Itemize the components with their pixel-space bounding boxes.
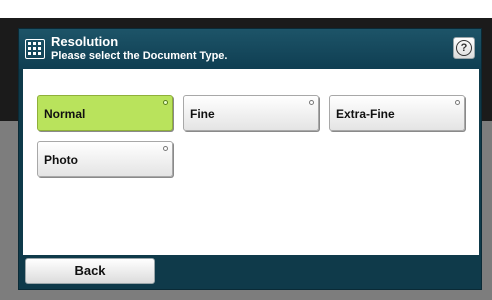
selection-indicator-icon (163, 100, 168, 105)
option-photo-label: Photo (44, 153, 78, 167)
backdrop-top (0, 0, 492, 18)
option-extra-fine-button[interactable]: Extra-Fine (329, 95, 465, 131)
selection-indicator-icon (455, 100, 460, 105)
resolution-dialog: Resolution Please select the Document Ty… (18, 28, 482, 290)
options-panel: Normal Fine Extra-Fine Photo (23, 69, 479, 255)
option-fine-label: Fine (190, 107, 215, 121)
page-title: Resolution (51, 34, 119, 49)
option-normal-button[interactable]: Normal (37, 95, 173, 131)
selection-indicator-icon (309, 100, 314, 105)
grid-menu-icon (25, 39, 45, 59)
question-icon: ? (456, 40, 472, 56)
option-normal-label: Normal (44, 107, 86, 121)
selection-indicator-icon (163, 146, 168, 151)
page-subtitle: Please select the Document Type. (51, 50, 228, 62)
option-extra-fine-label: Extra-Fine (336, 107, 395, 121)
back-button[interactable]: Back (25, 258, 155, 284)
dialog-header: Resolution Please select the Document Ty… (19, 29, 481, 69)
help-button[interactable]: ? (453, 37, 475, 59)
option-photo-button[interactable]: Photo (37, 141, 173, 177)
dialog-footer: Back (19, 255, 481, 289)
option-fine-button[interactable]: Fine (183, 95, 319, 131)
